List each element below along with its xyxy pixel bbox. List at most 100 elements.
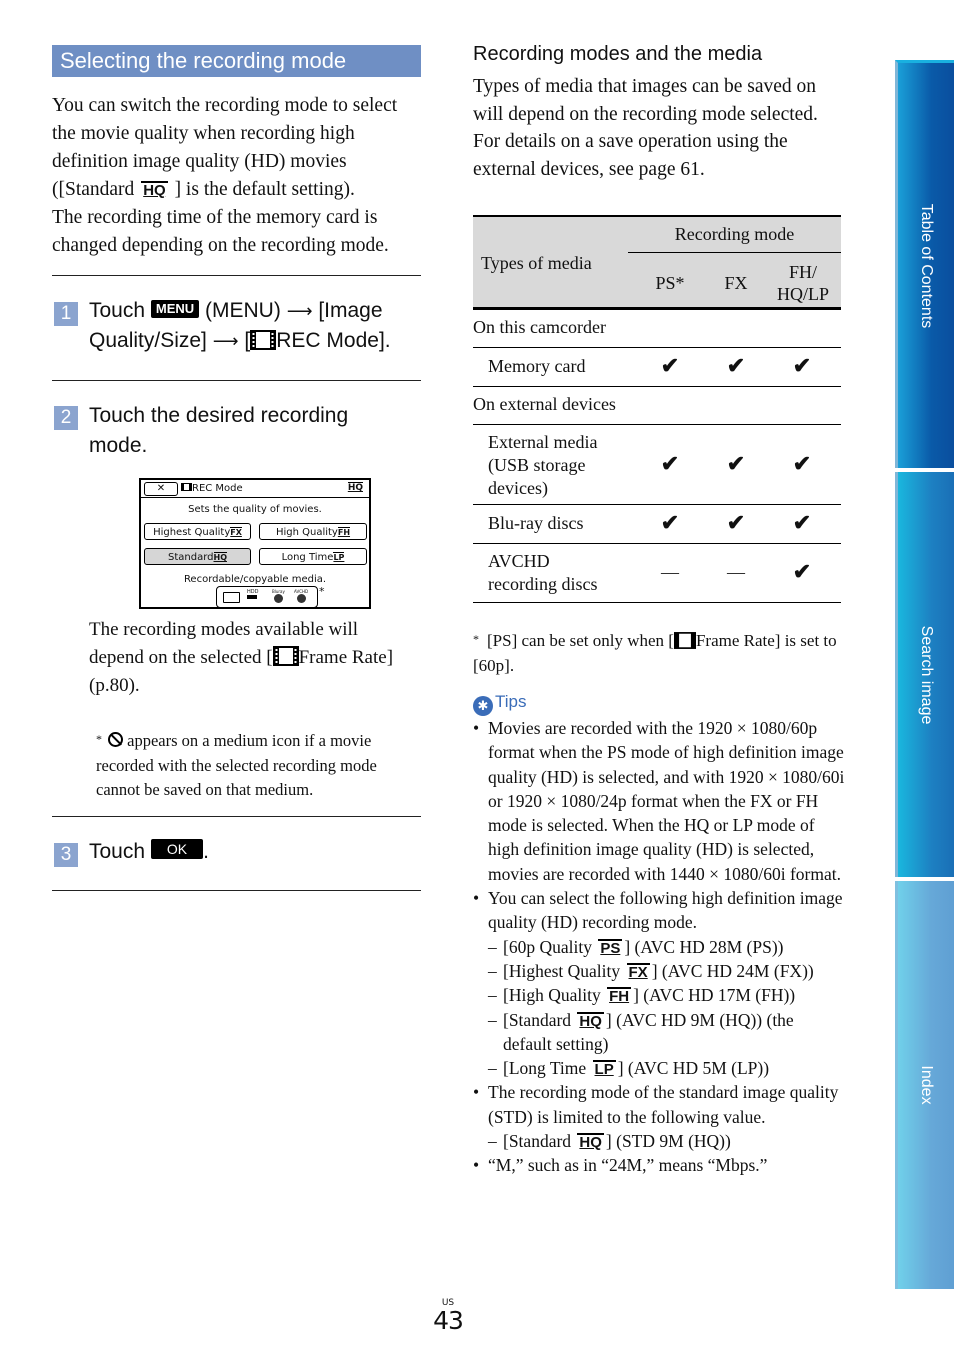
asterisk: * [319, 585, 325, 598]
std-mode-item: – [Standard HQ] (STD 9M (HQ)) [488, 1131, 731, 1152]
arrow-right-icon: ⟶ [212, 331, 239, 351]
standard-button[interactable]: StandardHQ [144, 548, 251, 565]
check-icon: ✔ [792, 353, 812, 378]
divider [52, 275, 421, 276]
group-row: On external devices [473, 387, 841, 425]
mode-name: [60p Quality [503, 936, 592, 957]
table-row: External media (USB storage devices) ✔ ✔… [473, 425, 841, 505]
section-title: Selecting the recording mode [52, 45, 421, 77]
tab-table-of-contents[interactable]: Table of Contents [895, 60, 954, 468]
hq-mode-icon: HQ [577, 1133, 604, 1152]
divider [52, 380, 421, 381]
tip-bullet: You can select the following high defini… [473, 886, 845, 935]
tab-index[interactable]: Index [895, 881, 954, 1289]
button-label: Standard [168, 552, 214, 563]
check-icon: ✔ [726, 451, 746, 476]
asterisk: * [473, 632, 479, 646]
group-label: On this camcorder [473, 317, 606, 337]
fx-tag: FX [230, 527, 242, 537]
high-quality-button[interactable]: High QualityFH [259, 523, 367, 540]
group-row: On this camcorder [473, 310, 841, 348]
col-ps: PS* [655, 273, 685, 293]
screen-title-text: REC Mode [192, 483, 243, 494]
table-row: Memory card ✔ ✔ ✔ [473, 348, 841, 387]
lp-tag: LP [333, 552, 345, 562]
intro-text-2: ] is the default setting). [174, 179, 355, 200]
step-3-touch: Touch [89, 840, 146, 863]
page-number: US 43 [430, 1298, 466, 1334]
button-label: High Quality [275, 527, 338, 538]
screen-title: REC Mode [181, 482, 243, 495]
not-supported-dash: — [661, 562, 679, 582]
row-label: Blu-ray discs [488, 513, 584, 533]
col-recording-mode: Recording mode [628, 224, 841, 253]
tip-bullet: The recording mode of the standard image… [473, 1080, 845, 1129]
check-icon: ✔ [792, 559, 812, 584]
hd-mode-item: – [Long Time LP] (AVC HD 5M (LP)) [488, 1058, 770, 1079]
divider [52, 816, 421, 817]
tips-title: Tips [495, 692, 527, 711]
screen-header: ✕ REC Mode HQ [141, 480, 369, 498]
page-number-value: 43 [433, 1306, 464, 1335]
step-1-touch: Touch [89, 299, 146, 322]
hd-mode-item: – [High Quality FH] (AVC HD 17M (FH)) [488, 985, 796, 1006]
fx-mode-icon: FX [626, 962, 650, 981]
intro-text-3: The recording time of the memory card is… [52, 207, 389, 256]
row-label: Memory card [488, 356, 586, 376]
ok-button-icon: OK [150, 839, 204, 859]
bluray-disc-icon: Bluray [272, 589, 285, 604]
button-label: Long Time [281, 552, 334, 563]
col-types-of-media: Types of media [481, 253, 592, 273]
button-label: Highest Quality [153, 527, 231, 538]
subsection-title: Recording modes and the media [473, 43, 763, 65]
ps-note-a: [PS] can be set only when [ [487, 631, 674, 650]
media-label: Recordable/copyable media. [183, 574, 327, 585]
prohibited-icon [108, 732, 123, 747]
table-row: AVCHD recording discs — — ✔ [473, 544, 841, 603]
group-label: On external devices [473, 394, 616, 414]
check-icon: ✔ [726, 353, 746, 378]
frame-rate-note: The recording modes available will depen… [89, 616, 409, 700]
menu-button-icon: MENU [150, 300, 200, 318]
tip-bullet: Movies are recorded with the 1920 × 1080… [473, 716, 845, 886]
mode-name: [Long Time [503, 1058, 587, 1079]
mode-name: [High Quality [503, 985, 601, 1006]
row-label: External media (USB storage devices) [488, 432, 598, 498]
tab-search-image[interactable]: Search image [895, 472, 954, 877]
ps-mode-icon: PS [598, 938, 623, 957]
step-number-2: 2 [54, 406, 78, 430]
divider [52, 890, 421, 891]
close-button[interactable]: ✕ [144, 482, 178, 496]
check-icon: ✔ [660, 510, 680, 535]
step-1: Touch MENU (MENU) ⟶ [Image Quality/Size]… [89, 296, 424, 356]
col-fx: FX [724, 273, 748, 293]
intro-paragraph-2: For details on a save operation using th… [473, 131, 788, 180]
mode-name: [Standard [503, 1009, 572, 1030]
mode-detail: ] (AVC HD 24M (FX)) [651, 960, 814, 981]
asterisk: * [96, 732, 102, 746]
tab-label: Index [918, 1065, 935, 1105]
table-header: Types of media Recording mode PS* FX FH/… [473, 215, 841, 310]
film-icon [250, 330, 277, 350]
highest-quality-button[interactable]: Highest QualityFX [144, 523, 251, 540]
step-number-1: 1 [54, 302, 78, 326]
long-time-button[interactable]: Long TimeLP [259, 548, 367, 565]
check-icon: ✔ [792, 451, 812, 476]
hq-mode-icon: HQ [577, 1011, 604, 1030]
step-3: Touch OK. [89, 837, 209, 867]
mode-name: [Highest Quality [503, 960, 621, 981]
fh-mode-icon: FH [607, 987, 632, 1006]
step-number-3: 3 [54, 843, 78, 867]
mode-detail: ] (AVC HD 5M (LP)) [617, 1058, 770, 1079]
media-intro: Types of media that images can be saved … [473, 73, 845, 183]
film-icon [673, 632, 696, 649]
fh-tag: FH [337, 527, 351, 537]
col-fh-hq-lp: FH/ HQ/LP [776, 262, 829, 304]
mode-detail: ] (AVC HD 17M (FH)) [633, 985, 796, 1006]
arrow-right-icon: ⟶ [286, 301, 313, 321]
hq-tag: HQ [213, 552, 227, 562]
check-icon: ✔ [660, 451, 680, 476]
lp-mode-icon: LP [592, 1060, 616, 1079]
tip-bullet: “M,” such as in “24M,” means “Mbps.” [473, 1153, 845, 1178]
row-label: AVCHD recording discs [488, 551, 598, 594]
